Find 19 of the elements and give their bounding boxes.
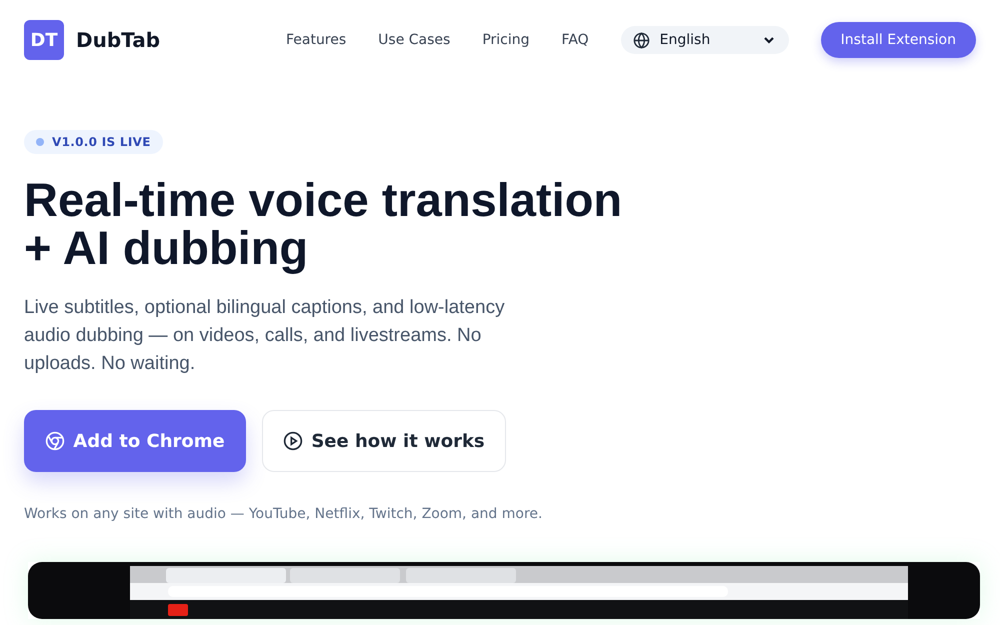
headline: Real-time voice translation [24, 176, 624, 224]
chevron-down-icon [762, 36, 775, 44]
install-extension-button[interactable]: Install Extension [820, 22, 976, 58]
play-icon [283, 431, 304, 451]
headline: + AI dubbing [24, 224, 310, 272]
nav-link[interactable]: FAQ [562, 32, 589, 48]
nav-link[interactable]: Use Cases [378, 32, 450, 48]
compatibility-note: Works on any site with audio — YouTube, Netflix, Twitch, Zoom, and more. [24, 506, 544, 522]
subtitle: Live subtitles, optional bilingual captions, and low-latency audio dubbing — on videos, calls, and livestreams. No uploads. No waiting. [24, 296, 506, 376]
nav-link[interactable]: Features [286, 32, 346, 48]
add-to-chrome-button[interactable]: Add to Chrome [24, 410, 246, 472]
brand-name[interactable]: DubTab [76, 28, 160, 52]
logo[interactable]: DT [24, 20, 64, 60]
language-select[interactable]: English [620, 26, 789, 54]
badge-label: V1.0.0 IS LIVE [52, 135, 151, 149]
see-how-it-works-button[interactable]: See how it works [262, 410, 506, 472]
globe-icon [632, 32, 650, 48]
nav-link[interactable]: Pricing [482, 32, 530, 48]
chrome-icon [45, 431, 66, 451]
